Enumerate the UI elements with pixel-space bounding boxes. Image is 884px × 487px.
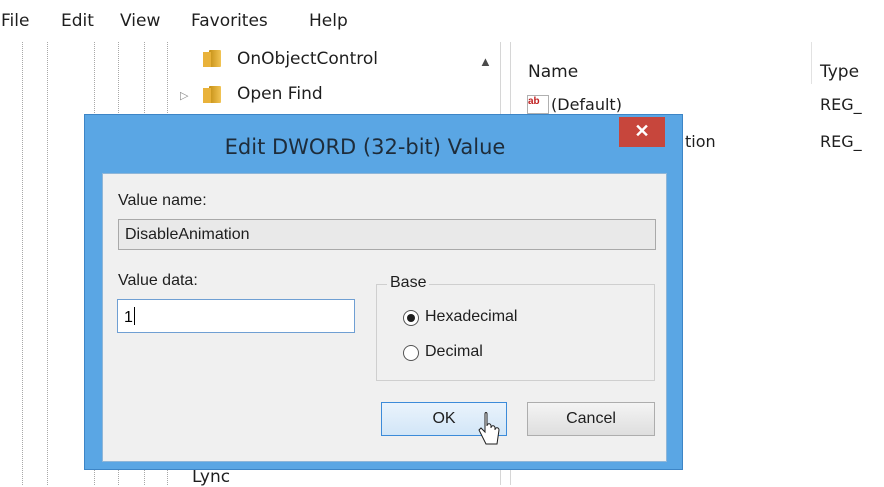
value-row-name[interactable]: tion [685,132,716,151]
radio-decimal-label: Decimal [425,343,483,360]
column-separator[interactable] [811,42,812,84]
close-icon: ✕ [634,121,650,141]
expand-arrow-icon[interactable]: ▷ [180,89,188,102]
tree-node-label: OnObjectControl [237,49,378,69]
value-row-name[interactable]: (Default) [551,95,622,114]
value-data-input[interactable]: 1 [117,299,355,333]
value-row-type: REG_ [820,95,862,114]
radio-checked-icon[interactable] [403,310,419,326]
menu-bar: File Edit View Favorites Help [0,0,884,40]
tree-node-label: Open Find [237,84,323,104]
menu-favorites[interactable]: Favorites [191,11,268,31]
radio-unchecked-icon[interactable] [403,345,419,361]
dialog-body: Value name: DisableAnimation Value data:… [102,173,667,462]
menu-edit[interactable]: Edit [61,11,94,31]
tree-guide-line [47,42,48,485]
tree-node-lync[interactable]: Lync [192,467,230,487]
menu-help[interactable]: Help [309,11,348,31]
base-label: Base [387,274,430,292]
mouse-pointer-icon [478,412,500,445]
tree-guide-line [22,42,23,485]
radio-hexadecimal-label: Hexadecimal [425,308,518,325]
value-name-label: Value name: [118,192,207,209]
folder-icon [203,50,225,67]
folder-icon [203,86,225,103]
string-value-icon: ab [527,95,549,114]
cancel-button[interactable]: Cancel [527,402,655,436]
dialog-title: Edit DWORD (32-bit) Value [224,135,506,159]
menu-file[interactable]: File [1,11,29,31]
column-header-name[interactable]: Name [528,62,578,82]
text-caret [133,307,135,325]
column-header-type[interactable]: Type [820,62,859,82]
value-name-field: DisableAnimation [118,219,656,250]
value-data-label: Value data: [118,272,198,289]
value-row-type: REG_ [820,132,862,151]
menu-view[interactable]: View [120,11,160,31]
edit-dword-dialog: Edit DWORD (32-bit) Value ✕ Value name: … [84,114,683,470]
value-data-text: 1 [124,309,133,326]
scroll-up-icon[interactable]: ▲ [479,54,492,69]
base-group: Base Hexadecimal Decimal [376,274,655,381]
close-button[interactable]: ✕ [619,117,665,147]
